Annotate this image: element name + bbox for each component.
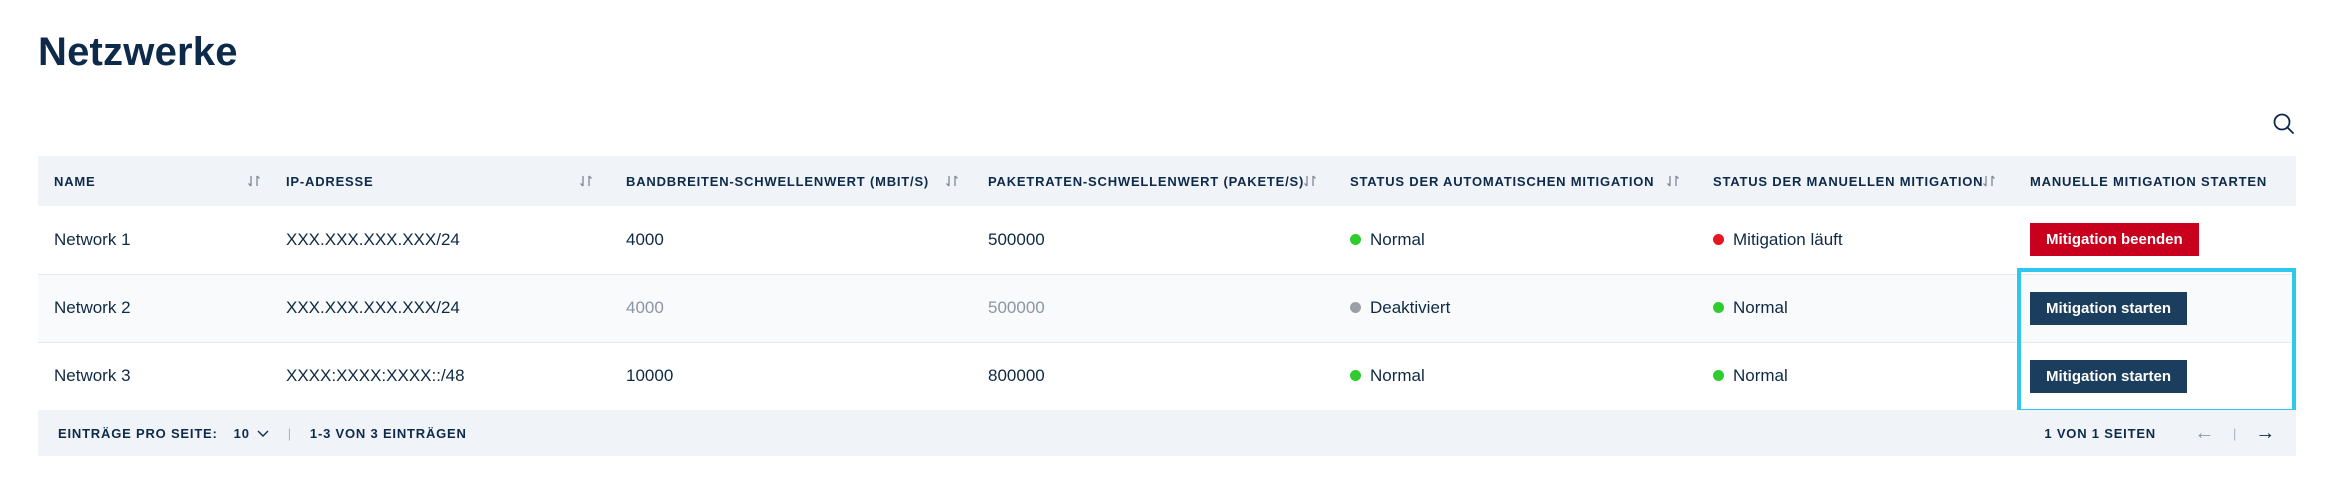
- status-dot-green: [1713, 370, 1724, 382]
- cell-ip: XXXX:XXXX:XXXX::/48: [286, 366, 465, 385]
- column-header-manual-status[interactable]: STATUS DER MANUELLEN MITIGATION: [1697, 156, 2014, 206]
- divider: |: [2233, 425, 2238, 441]
- status-dot-red: [1713, 234, 1724, 245]
- cell-manual-status: Normal: [1697, 274, 2014, 342]
- table-header-row: NAME IP-ADRESSE BANDBREITEN-SCHWELLENWER…: [38, 156, 2296, 206]
- status-dot-green: [1350, 370, 1361, 382]
- search-button[interactable]: [2270, 110, 2298, 138]
- cell-manual-status: Normal: [1697, 342, 2014, 410]
- next-page-button[interactable]: →: [2255, 422, 2276, 445]
- per-page-select[interactable]: 10: [234, 426, 270, 441]
- networks-table-container: NAME IP-ADRESSE BANDBREITEN-SCHWELLENWER…: [38, 156, 2296, 411]
- table-footer: EINTRÄGE PRO SEITE: 10 | 1-3 VON 3 EINTR…: [38, 410, 2296, 456]
- start-mitigation-button[interactable]: Mitigation starten: [2030, 359, 2188, 393]
- per-page-label: EINTRÄGE PRO SEITE:: [58, 425, 218, 441]
- prev-page-button[interactable]: ←: [2194, 422, 2215, 445]
- table-row: Network 3 XXXX:XXXX:XXXX::/48 10000 8000…: [38, 342, 2296, 410]
- cell-ip: XXX.XXX.XXX.XXX/24: [286, 229, 460, 249]
- cell-manual-status: Mitigation läuft: [1697, 206, 2014, 274]
- cell-auto-status: Normal: [1334, 206, 1697, 274]
- networks-table: NAME IP-ADRESSE BANDBREITEN-SCHWELLENWER…: [38, 156, 2296, 411]
- table-row: Network 1 XXX.XXX.XXX.XXX/24 4000 500000…: [38, 206, 2296, 274]
- cell-name: Network 3: [54, 366, 131, 385]
- cell-name: Network 2: [54, 298, 131, 317]
- sort-icon[interactable]: [246, 173, 262, 189]
- stop-mitigation-button[interactable]: Mitigation beenden: [2030, 223, 2199, 257]
- page-title: Netzwerke: [38, 30, 238, 74]
- sort-icon[interactable]: [1981, 173, 1997, 189]
- cell-ip: XXX.XXX.XXX.XXX/24: [286, 298, 460, 317]
- column-header-manual-action: MANUELLE MITIGATION STARTEN: [2030, 173, 2268, 189]
- cell-packet-rate: 500000: [988, 229, 1045, 249]
- status-dot-green: [1713, 302, 1724, 314]
- cell-bandwidth: 10000: [626, 366, 674, 385]
- divider: |: [287, 425, 292, 441]
- cell-action: Mitigation starten: [2014, 274, 2296, 342]
- start-mitigation-button[interactable]: Mitigation starten: [2030, 291, 2188, 325]
- column-header-name[interactable]: NAME: [38, 156, 270, 206]
- range-label: 1-3 VON 3 EINTRÄGEN: [309, 425, 467, 441]
- search-icon: [2273, 113, 2294, 134]
- per-page-value: 10: [233, 425, 250, 441]
- cell-bandwidth: 4000: [626, 298, 664, 317]
- sort-icon[interactable]: [1665, 173, 1681, 189]
- chevron-down-icon: [257, 430, 269, 437]
- cell-action: Mitigation beenden: [2014, 206, 2296, 274]
- cell-auto-status: Normal: [1334, 342, 1697, 410]
- page-label: 1 VON 1 SEITEN: [2044, 425, 2156, 441]
- status-dot-green: [1350, 234, 1361, 245]
- sort-icon[interactable]: [944, 173, 960, 189]
- sort-icon[interactable]: [1302, 173, 1318, 189]
- column-header-ip[interactable]: IP-ADRESSE: [270, 156, 610, 206]
- sort-icon[interactable]: [578, 173, 594, 189]
- cell-packet-rate: 800000: [988, 366, 1045, 385]
- cell-name: Network 1: [54, 229, 131, 249]
- column-header-auto-status[interactable]: STATUS DER AUTOMATISCHEN MITIGATION: [1334, 156, 1697, 206]
- column-header-packet-rate[interactable]: PAKETRATEN-SCHWELLENWERT (PAKETE/S): [972, 156, 1334, 206]
- table-row: Network 2 XXX.XXX.XXX.XXX/24 4000 500000…: [38, 274, 2296, 342]
- status-dot-grey: [1350, 302, 1361, 314]
- cell-action: Mitigation starten: [2014, 342, 2296, 410]
- column-header-bandwidth[interactable]: BANDBREITEN-SCHWELLENWERT (MBIT/S): [610, 156, 972, 206]
- cell-bandwidth: 4000: [626, 229, 664, 249]
- cell-auto-status: Deaktiviert: [1334, 274, 1697, 342]
- cell-packet-rate: 500000: [988, 298, 1045, 317]
